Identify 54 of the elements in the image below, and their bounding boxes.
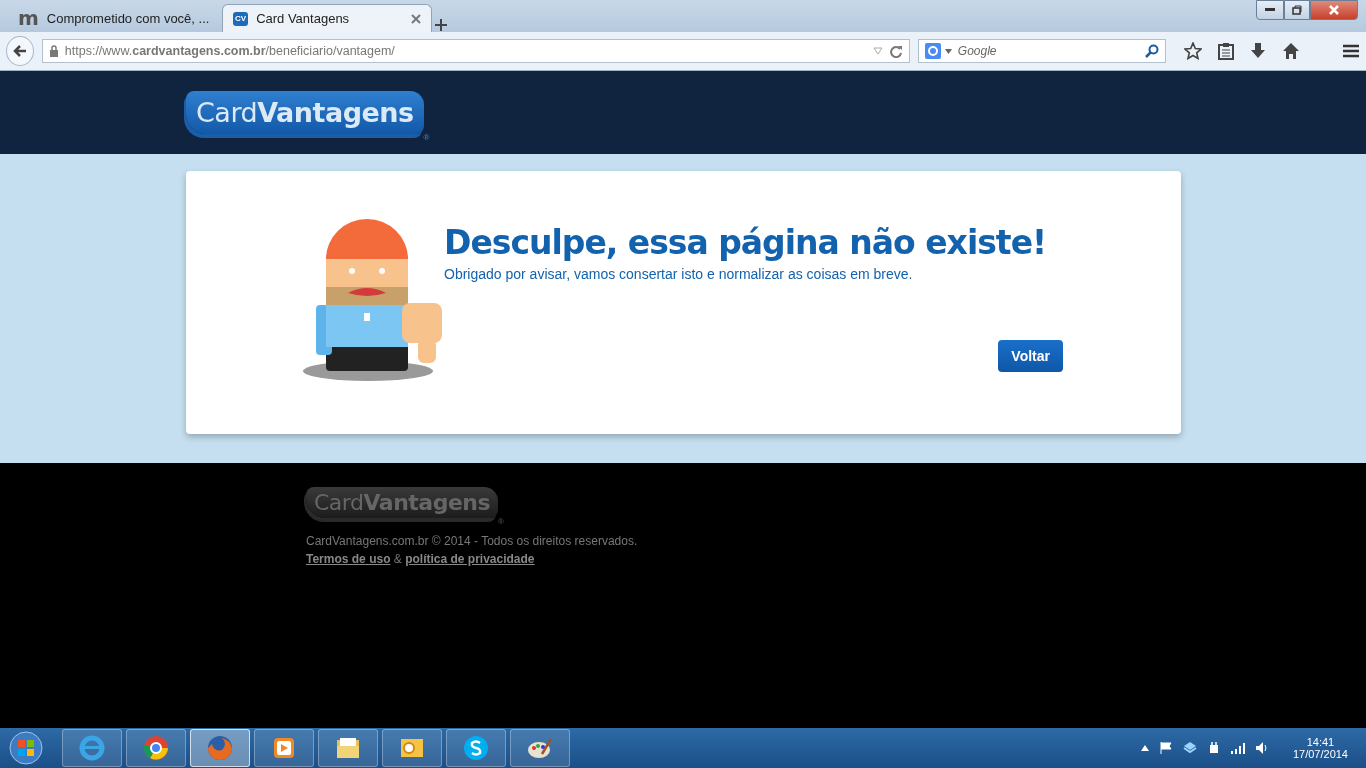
search-icon[interactable] xyxy=(1145,44,1159,58)
tab-title: Comprometido com você, ... xyxy=(46,10,210,26)
taskbar-button[interactable] xyxy=(126,729,186,767)
new-tab-icon[interactable] xyxy=(434,18,448,32)
download-icon[interactable] xyxy=(1250,42,1266,60)
search-bar[interactable]: Google xyxy=(917,39,1166,63)
caret-icon[interactable] xyxy=(1140,745,1149,751)
clipboard-icon[interactable] xyxy=(1218,42,1234,60)
browser-tab[interactable]: CV Card Vantagens xyxy=(222,4,432,32)
registered-mark: ® xyxy=(423,133,430,142)
reload-icon[interactable] xyxy=(888,44,903,58)
back-button[interactable] xyxy=(6,36,34,66)
favicon: CV xyxy=(233,11,249,26)
privacy-link[interactable]: política de privacidade xyxy=(405,552,535,566)
favicon: m xyxy=(18,8,39,28)
media-player-icon[interactable] xyxy=(271,735,297,761)
signal-icon[interactable] xyxy=(1230,742,1245,754)
taskbar-button[interactable] xyxy=(510,729,570,767)
registered-mark: ® xyxy=(498,517,504,526)
url-text: https://www.cardvantagens.com.br/beneficiario/vantagem/ xyxy=(64,44,396,58)
speaker-icon[interactable] xyxy=(1254,741,1269,755)
minimize-button[interactable] xyxy=(1256,0,1284,20)
error-title: Desculpe, essa página não existe! xyxy=(444,223,1048,262)
close-icon[interactable] xyxy=(411,13,421,24)
home-icon[interactable] xyxy=(1282,42,1300,60)
taskbar-button[interactable] xyxy=(318,729,378,767)
tab-title: Card Vantagens xyxy=(256,11,351,26)
back-button[interactable]: Voltar xyxy=(998,340,1063,372)
skype-icon[interactable] xyxy=(462,734,490,762)
browser-tab[interactable]: m Comprometido com você, ... xyxy=(8,4,220,32)
google-icon xyxy=(924,43,941,59)
back-arrow-icon xyxy=(12,44,27,58)
taskbar-button[interactable] xyxy=(382,729,442,767)
address-bar[interactable]: https://www.cardvantagens.com.br/beneficiario/vantagem/ xyxy=(41,39,910,63)
legal-links-text: Termos de uso & política de privacidade xyxy=(306,552,536,566)
taskbar-button[interactable] xyxy=(254,729,314,767)
clock-date: 17/07/2014 xyxy=(1292,748,1348,760)
minimize-icon xyxy=(1265,8,1275,12)
terms-link[interactable]: Termos de uso xyxy=(306,552,391,566)
caret-icon[interactable] xyxy=(944,48,952,54)
close-button[interactable] xyxy=(1310,0,1358,20)
clock-time: 14:41 xyxy=(1306,736,1335,748)
error-message: Obrigado por avisar, vamos consertar isto e normalizar as coisas em breve. xyxy=(444,266,914,282)
chrome-icon[interactable] xyxy=(142,734,170,762)
copyright-text: CardVantagens.com.br © 2014 - Todos os direitos reservados. xyxy=(306,534,639,548)
taskbar-button[interactable] xyxy=(446,729,506,767)
taskbar-button[interactable] xyxy=(190,729,250,767)
lock-icon xyxy=(48,45,59,57)
star-icon[interactable] xyxy=(1184,42,1202,60)
restore-icon xyxy=(1292,5,1302,15)
menu-icon[interactable] xyxy=(1342,43,1360,59)
flag-icon[interactable] xyxy=(1158,741,1173,755)
close-icon xyxy=(1329,5,1339,15)
restore-button[interactable] xyxy=(1284,0,1310,20)
